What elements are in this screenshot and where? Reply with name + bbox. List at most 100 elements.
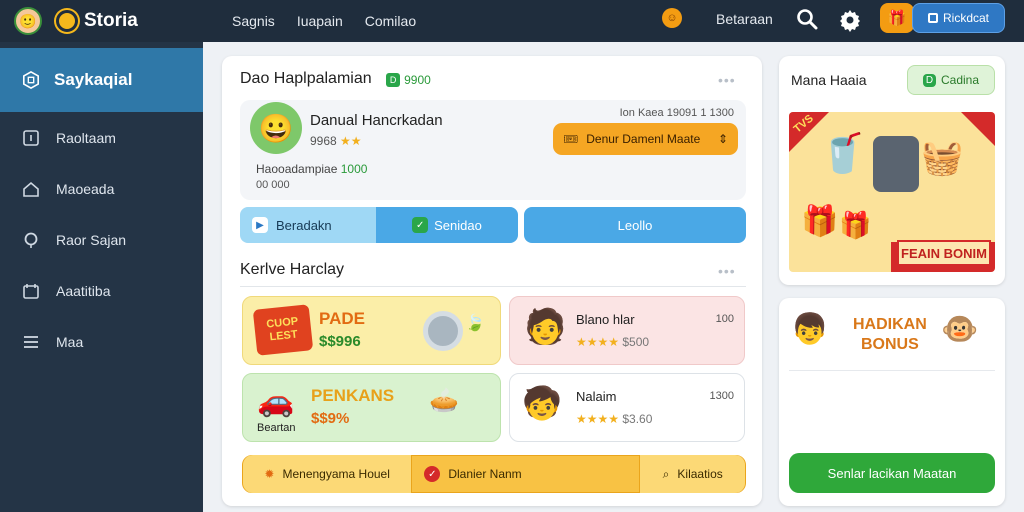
- promo-label: FEAIN BONIM: [897, 240, 991, 266]
- nav-item-3[interactable]: Comilao: [365, 13, 416, 29]
- segmented-control: ▶ Beradakn ✓ Senidao: [240, 207, 518, 243]
- seg-button-1[interactable]: ▶ Beradakn: [240, 207, 376, 243]
- more-menu-icon[interactable]: •••: [718, 263, 736, 279]
- tile-1[interactable]: CUOP LEST PADE $$996 🍃: [242, 296, 501, 365]
- tile-3-title: PENKANS: [311, 386, 395, 405]
- bottom-button-1[interactable]: ✹ Menengyama Houel: [243, 455, 413, 493]
- sidebar-item-active[interactable]: Saykaqial: [0, 48, 203, 112]
- sidebar-item-2[interactable]: Maoeada: [0, 163, 203, 214]
- more-menu-icon[interactable]: •••: [718, 72, 736, 88]
- user-avatar[interactable]: 🙂: [14, 7, 42, 35]
- profile-card: 😀 Danual Hancrkadan 9968 ★★ Ion Kaea 190…: [240, 100, 746, 200]
- gear-icon: ✹: [264, 467, 275, 481]
- location-icon: [24, 232, 38, 248]
- gift-icon: 🎁: [839, 210, 872, 240]
- brand-mark-icon: [56, 10, 78, 32]
- tile-4-name: Nalaim: [576, 389, 617, 404]
- sidebar-item-label: Raoltaam: [56, 129, 116, 146]
- header-right-label[interactable]: Betaraan: [716, 11, 773, 27]
- seg-button-2[interactable]: ✓ Senidao: [376, 207, 518, 243]
- home-icon: [23, 181, 39, 197]
- profile-avatar: 😀: [250, 102, 302, 154]
- sidebar-item-4[interactable]: Aaatitiba: [0, 265, 203, 316]
- d-icon: D: [386, 73, 401, 87]
- promo-card-label: Mana Haaia: [791, 72, 867, 88]
- tile-4-rating: ★★★★ $3.60: [576, 412, 653, 426]
- hexagon-icon: [22, 71, 40, 89]
- tile-2[interactable]: 🧑 Blano hlar ★★★★ $500 100: [509, 296, 745, 365]
- profile-meta: Ion Kaea 19091 1 1300: [619, 107, 734, 119]
- sidebar: Saykaqial Raoltaam Maoeada Raor Sajan Aa…: [0, 42, 203, 512]
- promo-card: Mana Haaia D Cadina TVS 🥤 🧺 🎁 🎁 FEAIN BO…: [779, 56, 1005, 285]
- profile-rating-value: 9968: [310, 134, 337, 148]
- tile-4[interactable]: 🧒 Nalaim ★★★★ $3.60 1300: [509, 373, 745, 442]
- profile-action-button[interactable]: 🎟 Denur Damenl Maate ⇕: [553, 123, 738, 155]
- tile-3-caption: Beartan: [257, 422, 296, 434]
- sidebar-item-label: Raor Sajan: [56, 231, 127, 248]
- car-icon: 🚗: [257, 385, 295, 418]
- brand-logo[interactable]: 🙂 Storia: [14, 7, 214, 35]
- character-avatar: 🧑: [524, 308, 567, 346]
- info-icon: [23, 129, 39, 146]
- search-icon[interactable]: [796, 8, 818, 30]
- profile-name: Danual Hancrkadan: [310, 112, 443, 129]
- leaf-icon: 🍃: [465, 315, 485, 332]
- profile-sub2: 00 000: [256, 179, 290, 191]
- profile-action-label: Denur Damenl Maate: [586, 132, 701, 146]
- top-bar: 🙂 Storia Sagnis Iuapain Comilao: [0, 0, 1024, 42]
- sidebar-item-1[interactable]: Raoltaam: [0, 112, 203, 163]
- header-action-button[interactable]: Rickdcat: [912, 3, 1005, 33]
- tile-1-badge: CUOP LEST: [252, 304, 314, 356]
- tile-2-count: 100: [715, 313, 734, 325]
- bottom-button-2[interactable]: ✓ Dlanier Nanm: [412, 455, 639, 493]
- bonus-title: HADIKAN BONUS: [853, 316, 927, 353]
- section-tag: D 9900: [386, 73, 431, 87]
- header-action-label: Rickdcat: [942, 11, 989, 25]
- divider: [240, 286, 746, 287]
- search-icon: ⌕: [662, 466, 670, 481]
- bonus-action-button[interactable]: Senlar lacikan Maatan: [789, 453, 995, 493]
- chevron-icon: ⇕: [717, 132, 728, 146]
- sidebar-item-3[interactable]: Raor Sajan: [0, 214, 203, 265]
- bottom-action-bar: ✹ Menengyama Houel ✓ Dlanier Nanm ⌕ Kila…: [242, 455, 746, 493]
- promo-card-button[interactable]: D Cadina: [907, 65, 995, 95]
- check-icon: ✓: [424, 466, 441, 482]
- character-avatar: 🧒: [522, 385, 562, 421]
- promo-banner[interactable]: TVS 🥤 🧺 🎁 🎁 FEAIN BONIM: [789, 112, 995, 272]
- sidebar-item-label: Maoeada: [56, 180, 115, 197]
- star-icon: ★★★★: [576, 412, 620, 426]
- robot-icon: [873, 136, 919, 192]
- star-icon: ★★: [340, 134, 362, 148]
- section-title-1: Dao Haplpalamian D 9900: [240, 70, 431, 87]
- d-icon: D: [922, 73, 936, 87]
- profile-rating: 9968 ★★: [310, 134, 362, 148]
- profile-sub: Haooadampiae 1000: [256, 162, 368, 176]
- section-title-2: Kerlve Harclay: [240, 261, 345, 278]
- bottom-button-3[interactable]: ⌕ Kilaatios: [639, 455, 746, 493]
- check-icon: ✓: [412, 217, 429, 233]
- sidebar-item-5[interactable]: Maa: [0, 316, 203, 367]
- nav-item-1[interactable]: Sagnis: [232, 13, 275, 29]
- corner-ribbon-right: [961, 112, 995, 146]
- sidebar-item-label: Aaatitiba: [56, 282, 111, 299]
- seg-button-3[interactable]: Leollo: [524, 207, 746, 243]
- gear-icon[interactable]: [838, 8, 862, 32]
- tile-4-count: 1300: [709, 390, 734, 402]
- tile-3[interactable]: 🚗 Beartan PENKANS $$9% 🥧: [242, 373, 501, 442]
- nav-item-2[interactable]: Iuapain: [297, 13, 343, 29]
- list-icon: [24, 335, 38, 348]
- bonus-card: 👦 HADIKAN BONUS 🐵 Senlar lacikan Maatan: [779, 298, 1005, 506]
- ticket-icon: 🎟: [563, 132, 579, 146]
- top-nav: Sagnis Iuapain Comilao: [232, 13, 416, 29]
- drink-icon: 🥤: [819, 133, 867, 175]
- play-icon: ▶: [252, 217, 268, 233]
- monkey-icon: 🐵: [941, 313, 979, 346]
- tile-2-name: Blano hlar: [576, 312, 635, 327]
- divider: [789, 370, 995, 371]
- basket-icon: 🧺: [921, 139, 964, 177]
- tile-3-price: $$9%: [311, 410, 350, 427]
- coin-icon[interactable]: ☺: [662, 8, 682, 28]
- sidebar-active-label: Saykaqial: [54, 70, 133, 89]
- calendar-icon: [23, 283, 39, 299]
- reward-badge-icon[interactable]: 🎁: [880, 3, 914, 33]
